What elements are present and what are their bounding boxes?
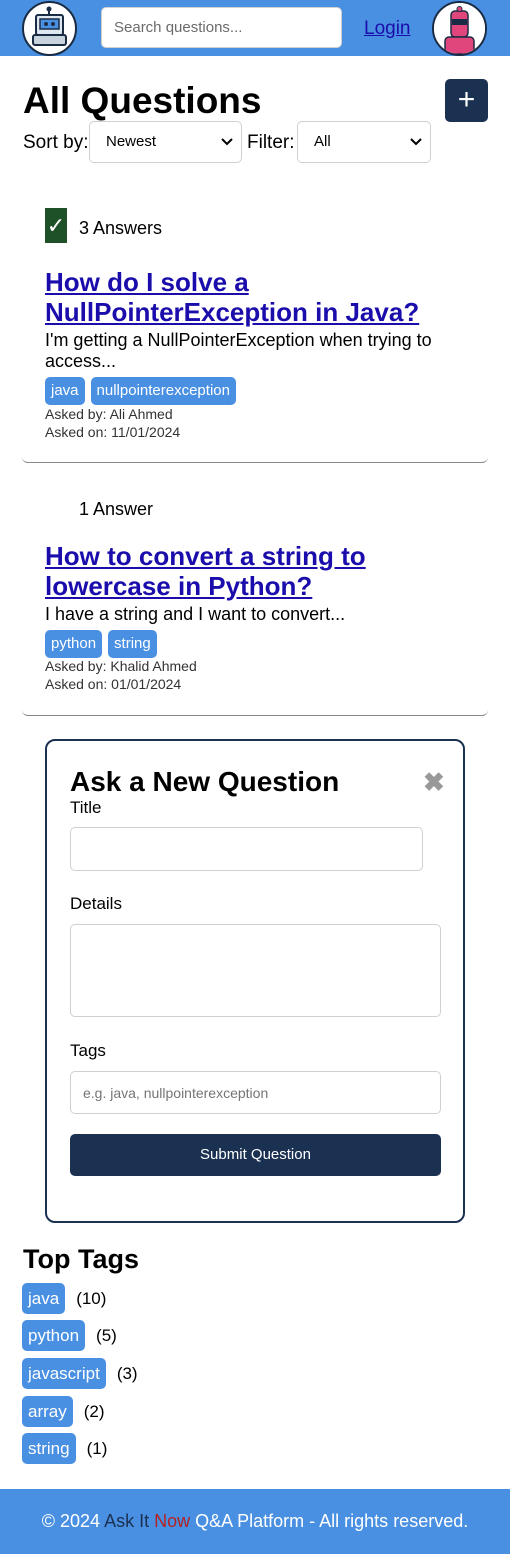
tag-count: (10) (76, 1288, 107, 1308)
sort-value: Newest (106, 133, 157, 150)
top-tags-title: Top Tags (23, 1244, 139, 1274)
asked-by: Asked by: Ali Ahmed (45, 406, 173, 422)
chevron-down-icon (410, 122, 422, 178)
top-tag-item: python (5) (22, 1320, 117, 1351)
add-question-button[interactable]: + (445, 79, 488, 122)
tag-javascript[interactable]: javascript (22, 1358, 106, 1389)
answer-count: 3 Answers (79, 218, 163, 238)
title-input[interactable] (70, 827, 423, 871)
question-excerpt: I'm getting a NullPointerException when … (45, 330, 432, 371)
footer-brand-now: Now (154, 1511, 191, 1531)
tags-input[interactable] (70, 1071, 441, 1114)
top-navbar: Login (0, 0, 510, 56)
user-avatar[interactable] (432, 1, 487, 56)
answer-count: 1 Answer (79, 499, 154, 519)
sort-label: Sort by: (23, 132, 89, 153)
site-logo[interactable] (22, 1, 77, 56)
footer: © 2024 Ask It Now Q&A Platform - All rig… (0, 1489, 510, 1554)
filter-label: Filter: (247, 132, 295, 153)
question-title-link[interactable]: How to convert a string to lowercase in … (45, 541, 465, 601)
close-icon[interactable]: ✖ (423, 767, 445, 798)
sort-select[interactable]: Newest (89, 121, 242, 163)
top-tag-item: javascript (3) (22, 1358, 138, 1389)
tags-label: Tags (70, 1041, 106, 1060)
search-input[interactable] (101, 7, 342, 48)
footer-brand-ask: Ask It (104, 1511, 155, 1531)
question-tags: java nullpointerexception (45, 377, 236, 405)
question-card: ✓ 3 Answers How do I solve a NullPointer… (22, 186, 488, 463)
top-tag-item: array (2) (22, 1396, 105, 1427)
tag-java[interactable]: java (45, 377, 85, 405)
ask-question-form: Ask a New Question ✖ Title Details Tags … (45, 739, 465, 1223)
robot-logo-icon (32, 6, 67, 46)
footer-prefix: © 2024 (41, 1511, 105, 1531)
tag-count: (5) (96, 1325, 117, 1345)
tag-python[interactable]: python (45, 630, 103, 658)
question-excerpt: I have a string and I want to convert... (45, 604, 346, 624)
submit-question-button[interactable]: Submit Question (70, 1134, 441, 1176)
form-title: Ask a New Question (70, 766, 340, 797)
title-label: Title (70, 798, 102, 817)
question-card: 1 Answer How to convert a string to lowe… (22, 470, 488, 716)
filter-select[interactable]: All (297, 121, 431, 163)
tag-count: (2) (83, 1401, 105, 1421)
tag-array[interactable]: array (22, 1396, 73, 1427)
tag-nullpointerexception[interactable]: nullpointerexception (90, 377, 236, 405)
login-link[interactable]: Login (364, 18, 411, 40)
details-label: Details (70, 894, 122, 913)
asked-on: Asked on: 11/01/2024 (45, 424, 181, 440)
tag-count: (3) (116, 1363, 138, 1383)
tag-string[interactable]: string (22, 1433, 76, 1464)
question-title-link[interactable]: How do I solve a NullPointerException in… (45, 267, 465, 327)
filter-value: All (314, 133, 331, 150)
asked-by: Asked by: Khalid Ahmed (45, 658, 197, 674)
footer-suffix: Q&A Platform - All rights reserved. (190, 1511, 469, 1531)
top-tag-item: java (10) (22, 1283, 106, 1314)
chevron-down-icon (221, 122, 233, 178)
accepted-check-icon: ✓ (45, 208, 67, 243)
robot-avatar-icon (434, 3, 485, 54)
details-textarea[interactable] (70, 924, 441, 1017)
tag-java[interactable]: java (22, 1283, 66, 1314)
asked-on: Asked on: 01/01/2024 (45, 676, 182, 692)
page-title: All Questions (23, 80, 262, 121)
tag-count: (1) (86, 1438, 108, 1458)
top-tag-item: string (1) (22, 1433, 107, 1464)
question-tags: python string (45, 630, 157, 658)
tag-python[interactable]: python (22, 1320, 86, 1351)
tag-string[interactable]: string (108, 630, 157, 658)
